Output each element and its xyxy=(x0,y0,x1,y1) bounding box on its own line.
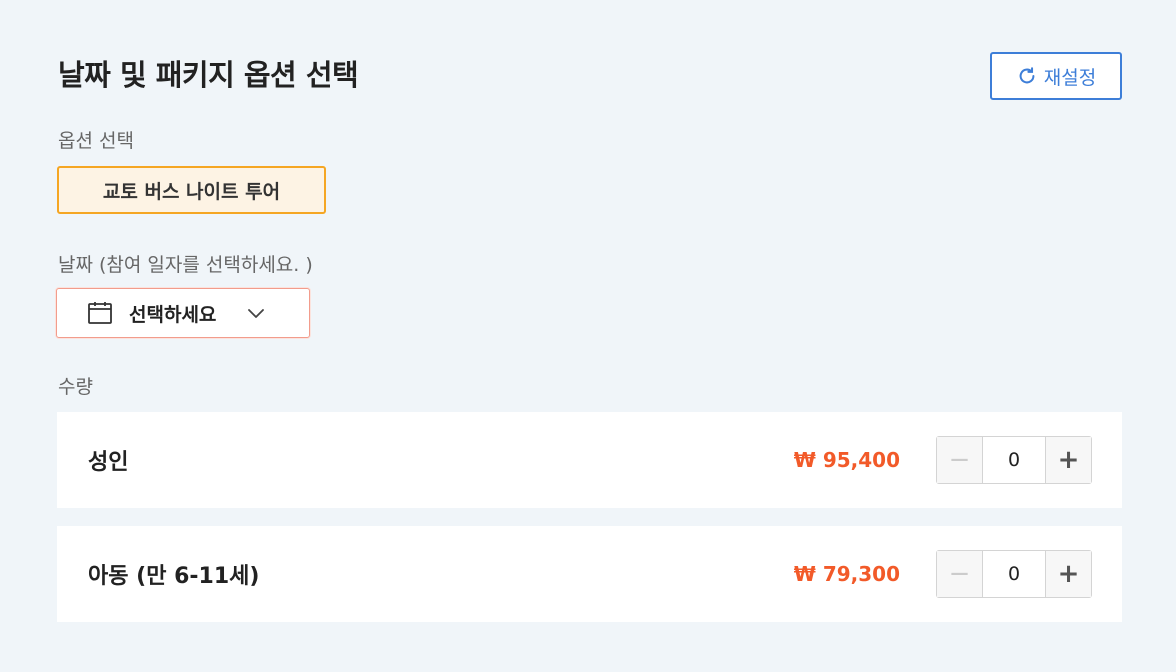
option-panel: 날짜 및 패키지 옵션 선택 재설정 옵션 선택 교토 버스 나이트 투어 날짜… xyxy=(0,0,1176,672)
price: ₩ 79,300 xyxy=(793,562,900,586)
increment-button[interactable]: + xyxy=(1045,437,1091,483)
decrement-button[interactable]: − xyxy=(937,437,983,483)
calendar-icon xyxy=(88,302,112,324)
chevron-down-icon xyxy=(248,309,265,318)
quantity-stepper: − 0 + xyxy=(936,550,1092,598)
date-select[interactable]: 선택하세요 xyxy=(56,288,310,338)
refresh-icon xyxy=(1019,67,1035,84)
quantity-stepper: − 0 + xyxy=(936,436,1092,484)
option-section-label: 옵션 선택 xyxy=(58,130,134,152)
plus-icon: + xyxy=(1057,445,1080,475)
plus-icon: + xyxy=(1057,559,1080,589)
minus-icon: − xyxy=(948,559,971,589)
price: ₩ 95,400 xyxy=(793,448,900,472)
quantity-section-label: 수량 xyxy=(58,376,93,398)
reset-button[interactable]: 재설정 xyxy=(990,52,1122,100)
quantity-value[interactable]: 0 xyxy=(983,551,1045,597)
increment-button[interactable]: + xyxy=(1045,551,1091,597)
option-chip-kyoto-bus-night-tour[interactable]: 교토 버스 나이트 투어 xyxy=(57,166,326,214)
page-title: 날짜 및 패키지 옵션 선택 xyxy=(58,58,359,92)
row-label: 아동 (만 6-11세) xyxy=(88,564,260,589)
quantity-row-child: 아동 (만 6-11세) ₩ 79,300 − 0 + xyxy=(57,526,1122,622)
date-section-label: 날짜 (참여 일자를 선택하세요. ) xyxy=(58,254,313,276)
quantity-row-adult: 성인 ₩ 95,400 − 0 + xyxy=(57,412,1122,508)
row-label: 성인 xyxy=(88,450,129,475)
quantity-value[interactable]: 0 xyxy=(983,437,1045,483)
decrement-button[interactable]: − xyxy=(937,551,983,597)
reset-label: 재설정 xyxy=(1043,66,1097,89)
minus-icon: − xyxy=(948,445,971,475)
date-select-value: 선택하세요 xyxy=(129,303,217,326)
